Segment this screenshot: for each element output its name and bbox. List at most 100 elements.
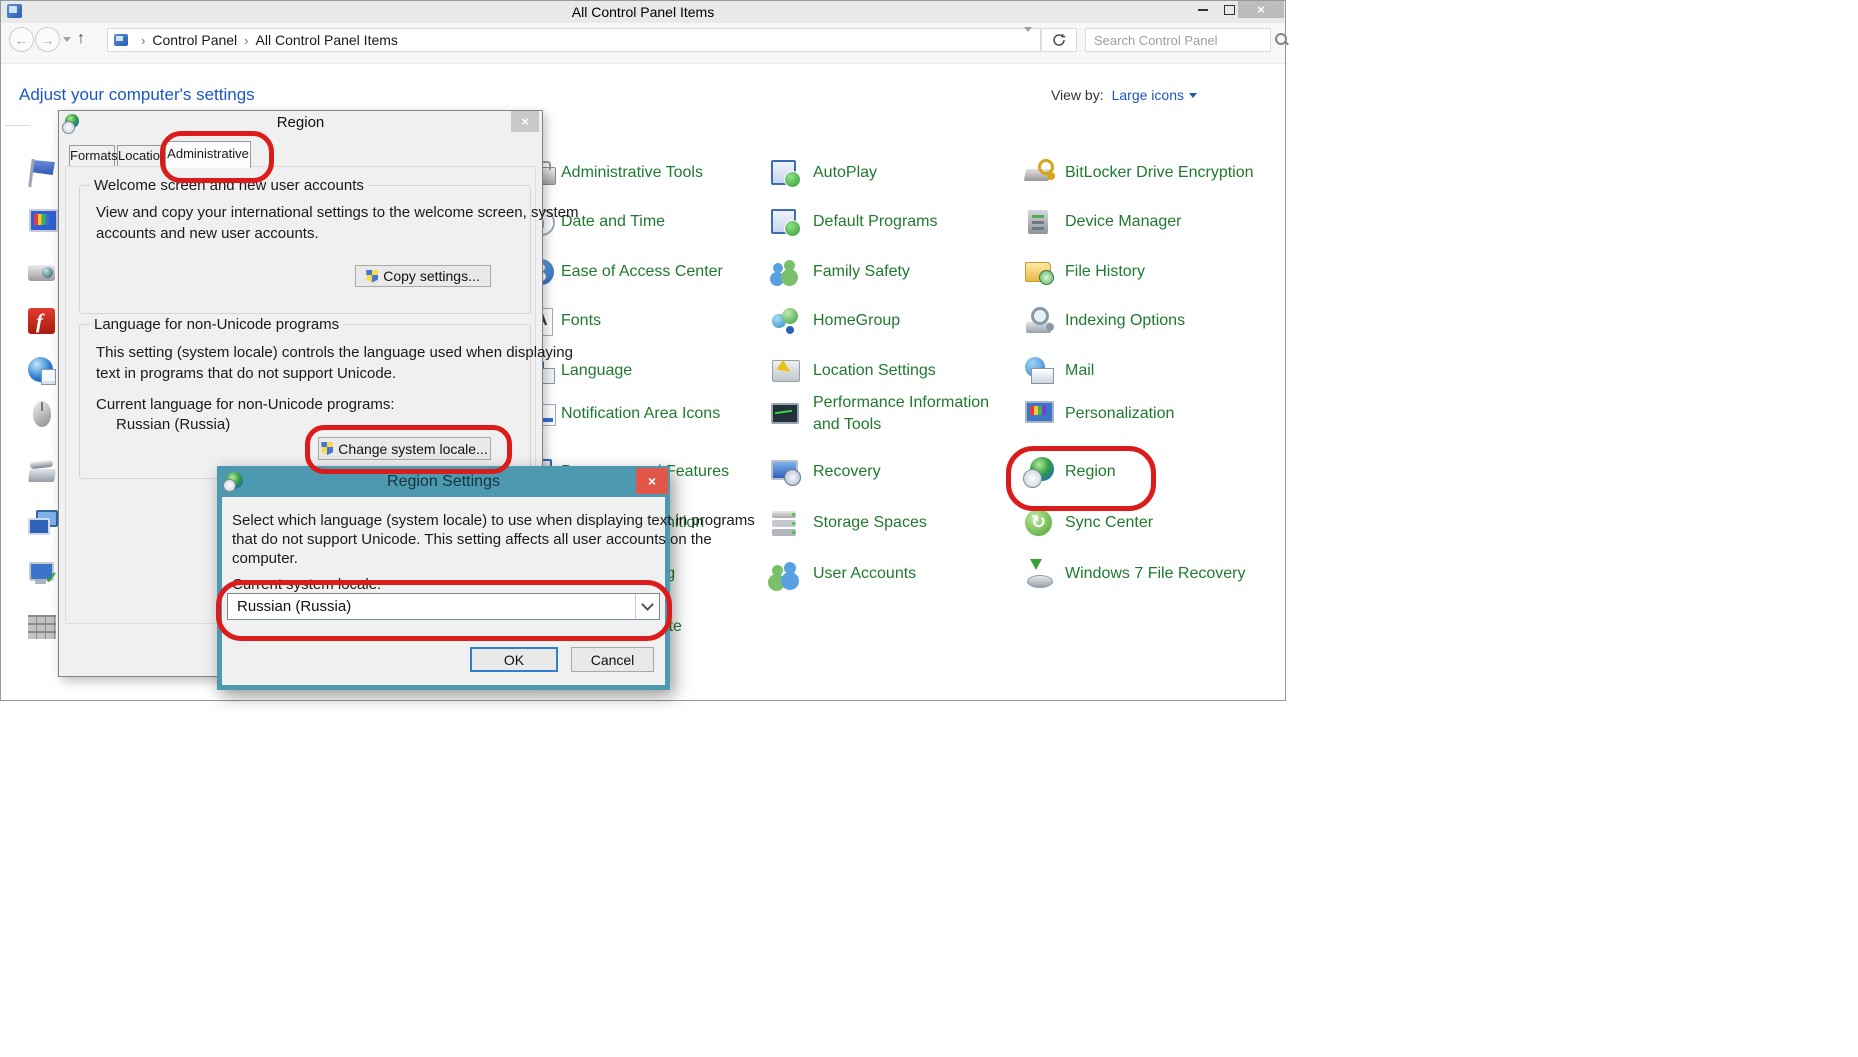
control-panel-item-location-settings[interactable]: Location Settings bbox=[769, 353, 961, 389]
system-locale-value: Russian (Russia) bbox=[228, 598, 635, 615]
control-panel-item-label: User Accounts bbox=[813, 563, 916, 585]
control-panel-item-sync-center[interactable]: ↻Sync Center bbox=[1023, 505, 1165, 541]
rs-text-line3: computer. bbox=[232, 549, 298, 569]
control-panel-item-label: Family Safety bbox=[813, 261, 910, 283]
control-panel-item-storage-spaces[interactable]: Storage Spaces bbox=[769, 505, 937, 541]
control-panel-item-file-history[interactable]: File History bbox=[1023, 254, 1173, 290]
control-panel-item[interactable] bbox=[26, 254, 62, 290]
dropdown-button[interactable] bbox=[635, 594, 659, 619]
device-manager-icon bbox=[1023, 206, 1055, 238]
control-panel-item-label: Region bbox=[1065, 461, 1116, 483]
performance-icon bbox=[769, 398, 801, 430]
current-system-locale-label: Current system locale: bbox=[232, 576, 381, 593]
region-dialog-title: Region bbox=[59, 114, 542, 131]
region-settings-close-button[interactable]: × bbox=[636, 468, 668, 494]
cancel-button[interactable]: Cancel bbox=[571, 647, 654, 672]
control-panel-item-label: Device Manager bbox=[1065, 211, 1182, 233]
user-accounts-icon bbox=[769, 558, 801, 590]
control-panel-item-label: Administrative Tools bbox=[561, 162, 703, 184]
control-panel-item-recovery[interactable]: Recovery bbox=[769, 454, 889, 490]
computer-check-icon: ✓ bbox=[26, 558, 58, 590]
control-panel-item-label: Default Programs bbox=[813, 211, 938, 233]
mouse-icon bbox=[26, 398, 58, 430]
welcome-screen-group-title: Welcome screen and new user accounts bbox=[90, 177, 368, 194]
control-panel-item-label: HomeGroup bbox=[813, 310, 900, 332]
control-panel-item-mail[interactable]: Mail bbox=[1023, 353, 1109, 389]
ok-button[interactable]: OK bbox=[470, 647, 558, 672]
storage-icon bbox=[769, 507, 801, 539]
control-panel-item-label: Notification Area Icons bbox=[561, 403, 720, 425]
region-icon bbox=[1023, 456, 1055, 488]
copy-settings-button[interactable]: Copy settings... bbox=[355, 265, 491, 287]
non-unicode-text-line2: text in programs that do not support Uni… bbox=[96, 363, 396, 384]
recovery-icon bbox=[769, 456, 801, 488]
control-panel-item-notification-area-icons[interactable]: Notification Area Icons bbox=[525, 396, 757, 432]
control-panel-item[interactable] bbox=[26, 155, 62, 191]
control-panel-item-performance-information[interactable]: Performance Informationand Tools bbox=[769, 396, 1009, 432]
tab-formats[interactable]: Formats bbox=[69, 145, 115, 167]
control-panel-item-administrative-tools[interactable]: Administrative Tools bbox=[525, 155, 733, 191]
control-panel-item-indexing-options[interactable]: Indexing Options bbox=[1023, 303, 1205, 339]
indexing-icon bbox=[1023, 305, 1055, 337]
personalization-icon bbox=[1023, 398, 1055, 430]
control-panel-item[interactable]: ✓ bbox=[26, 556, 62, 592]
control-panel-item-label: File History bbox=[1065, 261, 1145, 283]
bitlocker-icon bbox=[1023, 157, 1055, 189]
flash-icon: f bbox=[26, 305, 58, 337]
color-mgmt-icon bbox=[26, 206, 58, 238]
screen: All Control Panel Items × ← → ↑ › Contro… bbox=[0, 0, 1858, 1057]
control-panel-item[interactable] bbox=[26, 353, 62, 389]
tab-administrative[interactable]: Administrative bbox=[165, 141, 251, 168]
control-panel-item[interactable] bbox=[26, 396, 62, 432]
sync-icon: ↻ bbox=[1023, 507, 1055, 539]
globe-checklist-icon bbox=[26, 355, 58, 387]
system-locale-dropdown[interactable]: Russian (Russia) bbox=[227, 593, 660, 620]
non-unicode-groupbox: Language for non-Unicode programs This s… bbox=[79, 324, 531, 479]
chevron-down-icon bbox=[641, 598, 654, 611]
camera-printer-icon bbox=[26, 256, 58, 288]
control-panel-item-label: Windows 7 File Recovery bbox=[1065, 563, 1246, 585]
control-panel-item-bitlocker-drive-encryption[interactable]: BitLocker Drive Encryption bbox=[1023, 155, 1285, 191]
non-unicode-group-title: Language for non-Unicode programs bbox=[90, 316, 343, 333]
control-panel-item[interactable] bbox=[26, 204, 62, 240]
non-unicode-text-line1: This setting (system locale) controls th… bbox=[96, 342, 573, 363]
phone-icon bbox=[26, 456, 58, 488]
control-panel-item-label: BitLocker Drive Encryption bbox=[1065, 162, 1254, 184]
control-panel-item[interactable] bbox=[26, 454, 62, 490]
region-dialog-titlebar: Region × bbox=[59, 111, 542, 133]
control-panel-item-homegroup[interactable]: HomeGroup bbox=[769, 303, 897, 339]
dual-monitor-icon bbox=[26, 507, 58, 539]
tab-location[interactable]: Location bbox=[117, 145, 163, 167]
welcome-screen-text-line2: accounts and new user accounts. bbox=[96, 223, 319, 244]
change-system-locale-button[interactable]: Change system locale... bbox=[318, 437, 491, 460]
control-panel-item-label: Language bbox=[561, 360, 632, 382]
region-settings-dialog: Region Settings × Select which language … bbox=[217, 466, 670, 690]
control-panel-item[interactable] bbox=[26, 609, 62, 645]
control-panel-item-default-programs[interactable]: ✓ Default Programs bbox=[769, 204, 953, 240]
uac-shield-icon bbox=[366, 270, 378, 283]
control-panel-item-device-manager[interactable]: Device Manager bbox=[1023, 204, 1189, 240]
welcome-screen-groupbox: Welcome screen and new user accounts Vie… bbox=[79, 185, 531, 314]
family-safety-icon bbox=[769, 256, 801, 288]
mail-icon bbox=[1023, 355, 1055, 387]
control-panel-item-personalization[interactable]: Personalization bbox=[1023, 396, 1197, 432]
current-language-label: Current language for non-Unicode program… bbox=[96, 394, 395, 415]
welcome-screen-text-line1: View and copy your international setting… bbox=[96, 202, 578, 223]
control-panel-item-label: Mail bbox=[1065, 360, 1094, 382]
control-panel-item-family-safety[interactable]: Family Safety bbox=[769, 254, 929, 290]
control-panel-item-region[interactable]: Region bbox=[1023, 454, 1125, 490]
control-panel-item-ease-of-access-center[interactable]: Ease of Access Center bbox=[525, 254, 741, 290]
region-dialog-close-button[interactable]: × bbox=[511, 111, 539, 132]
control-panel-item-label: Recovery bbox=[813, 461, 881, 483]
location-icon bbox=[769, 355, 801, 387]
current-language-value: Russian (Russia) bbox=[116, 414, 230, 435]
default-programs-icon: ✓ bbox=[769, 206, 801, 238]
region-settings-title: Region Settings bbox=[217, 473, 670, 491]
control-panel-item-windows-7-file-recovery[interactable]: Windows 7 File Recovery bbox=[1023, 556, 1261, 592]
file-history-icon bbox=[1023, 256, 1055, 288]
control-panel-item[interactable] bbox=[26, 505, 62, 541]
control-panel-item-user-accounts[interactable]: User Accounts bbox=[769, 556, 929, 592]
control-panel-item-label: AutoPlay bbox=[813, 162, 877, 184]
control-panel-item[interactable]: f bbox=[26, 303, 62, 339]
control-panel-item-autoplay[interactable]: ▶AutoPlay bbox=[769, 155, 889, 191]
